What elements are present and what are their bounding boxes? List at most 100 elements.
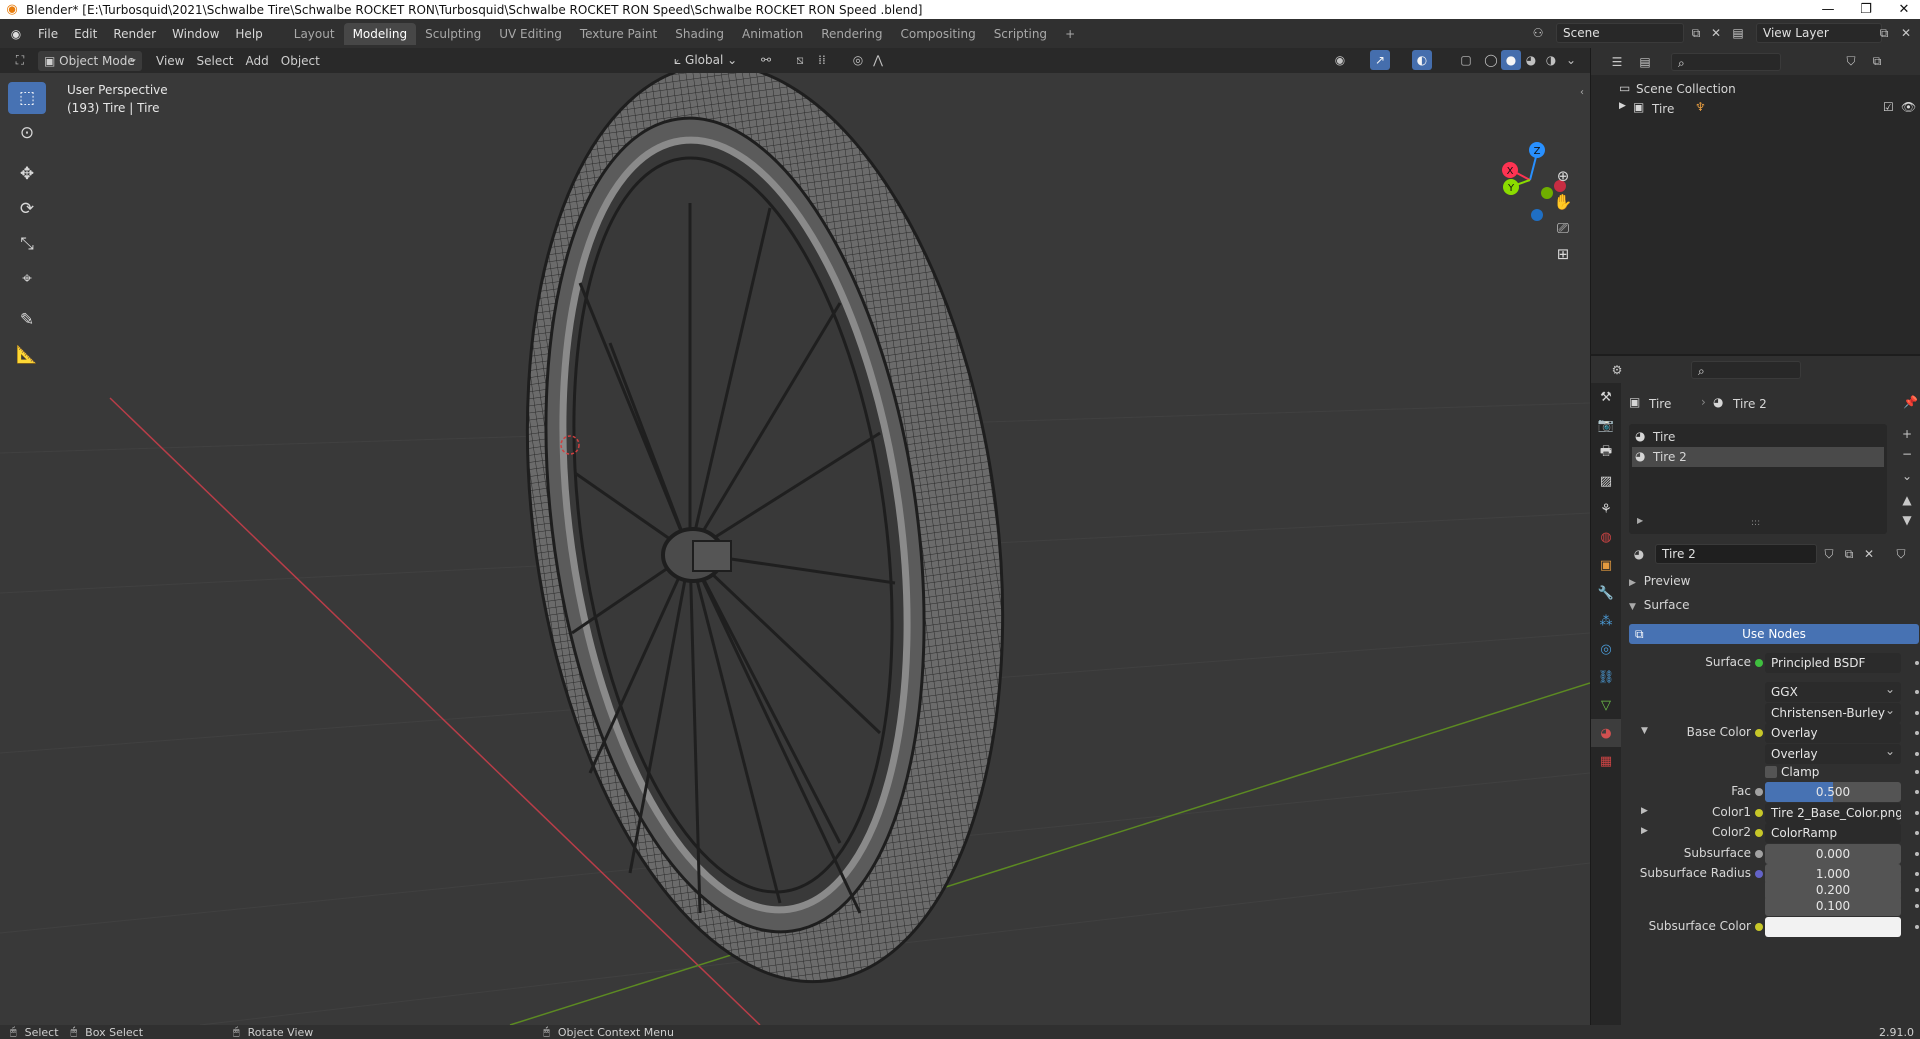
number-field[interactable]: 0.000 (1765, 844, 1901, 864)
keyframe-dot-icon[interactable] (1915, 852, 1919, 856)
dropdown-field[interactable]: Christensen-Burley (1765, 703, 1901, 723)
keyframe-dot-icon[interactable] (1915, 731, 1919, 735)
eye-icon[interactable]: 👁 (1901, 100, 1916, 114)
add-workspace-button[interactable]: + (1056, 23, 1084, 45)
socket-icon[interactable] (1755, 829, 1763, 837)
socket-icon[interactable] (1755, 659, 1763, 667)
keyframe-dot-icon[interactable] (1915, 811, 1919, 815)
linked-input-field[interactable]: Principled BSDF (1765, 653, 1901, 673)
physics-tab-icon[interactable]: ◎ (1591, 635, 1621, 663)
remove-slot-icon[interactable]: − (1897, 444, 1917, 464)
number-field[interactable]: 0.100 (1765, 896, 1901, 916)
particles-tab-icon[interactable]: ⁂ (1591, 607, 1621, 635)
output-tab-icon[interactable]: 🖶 (1591, 439, 1621, 467)
ortho-grid-icon[interactable]: ⊞ (1550, 241, 1576, 267)
duplicate-material-icon[interactable]: ⧉ (1839, 544, 1859, 564)
socket-icon[interactable] (1755, 809, 1763, 817)
properties-search-input[interactable]: ⌕ (1691, 360, 1801, 379)
transform-tool-icon[interactable]: ⌖ (8, 263, 46, 295)
fac-slider[interactable]: 0.500 (1765, 782, 1901, 802)
move-tool-icon[interactable]: ✥ (8, 158, 46, 190)
pivot-point-icon[interactable]: ⚯ (756, 50, 776, 70)
camera-view-icon[interactable]: ⎚ (1550, 215, 1576, 241)
select-box-tool-icon[interactable]: ⬚ (8, 82, 46, 114)
material-shading-icon[interactable]: ◕ (1521, 50, 1541, 70)
slot-specials-icon[interactable]: ⌄ (1897, 466, 1917, 486)
unlink-material-icon[interactable]: ✕ (1859, 544, 1879, 564)
expand-arrow-icon[interactable]: ▼ (1641, 726, 1648, 736)
linked-input-field[interactable]: Overlay (1765, 723, 1901, 743)
pin-icon[interactable]: 📌 (1903, 395, 1918, 409)
collapse-arrow-icon[interactable]: ▶ (1641, 806, 1648, 816)
scale-tool-icon[interactable]: ⤡ (8, 228, 46, 260)
tab-texture-paint[interactable]: Texture Paint (571, 23, 666, 45)
socket-icon[interactable] (1755, 729, 1763, 737)
cursor-tool-icon[interactable]: ⊙ (8, 117, 46, 149)
show-overlays-icon[interactable]: ◐ (1412, 50, 1432, 70)
tab-sculpting[interactable]: Sculpting (416, 23, 490, 45)
material-name-field[interactable]: Tire 2 (1655, 544, 1817, 564)
modifier-tab-icon[interactable]: 🔧 (1591, 579, 1621, 607)
3d-viewport[interactable]: Z X Y User Perspective (193) Tire | Tire… (0, 73, 1590, 1025)
menu-object[interactable]: Object (275, 51, 326, 71)
slot-item-tire-2[interactable]: ◕ Tire 2 (1632, 447, 1884, 467)
keyframe-dot-icon[interactable] (1915, 661, 1919, 665)
show-gizmo-icon[interactable]: ↗ (1370, 50, 1390, 70)
menu-render[interactable]: Render (105, 23, 164, 45)
tab-animation[interactable]: Animation (733, 23, 812, 45)
blender-menu-icon[interactable]: ◉ (6, 24, 26, 44)
menu-file[interactable]: File (30, 23, 66, 45)
scene-tab-icon[interactable]: ⚘ (1591, 495, 1621, 523)
menu-add[interactable]: Add (240, 51, 275, 71)
object-tab-icon[interactable]: ▣ (1591, 551, 1621, 579)
data-tab-icon[interactable]: ▽ (1591, 691, 1621, 719)
pan-hand-icon[interactable]: ✋ (1550, 189, 1576, 215)
outliner-row-scene-collection[interactable]: ▭ Scene Collection (1591, 79, 1920, 99)
fake-user-icon[interactable]: ⛉ (1819, 544, 1839, 564)
scene-browse-icon[interactable]: ⚇ (1528, 23, 1548, 43)
slot-item-tire[interactable]: ◕ Tire (1629, 427, 1887, 447)
new-view-layer-icon[interactable]: ⧉ (1874, 23, 1894, 43)
solid-shading-icon[interactable]: ● (1501, 50, 1521, 70)
material-tab-icon[interactable]: ◕ (1591, 719, 1621, 747)
material-slot-list[interactable]: ◕ Tire ◕ Tire 2 ▶ ::: (1629, 424, 1887, 534)
tab-compositing[interactable]: Compositing (891, 23, 984, 45)
annotate-tool-icon[interactable]: ✎ (8, 304, 46, 336)
linked-input-field[interactable]: ColorRamp (1765, 823, 1901, 843)
browse-material-icon[interactable]: ◕ (1629, 544, 1649, 564)
keyframe-dot-icon[interactable] (1915, 831, 1919, 835)
menu-window[interactable]: Window (164, 23, 227, 45)
new-scene-icon[interactable]: ⧉ (1686, 23, 1706, 43)
keyframe-dot-icon[interactable] (1915, 925, 1919, 929)
snap-icon[interactable]: ⧅ (790, 50, 810, 70)
socket-icon[interactable] (1755, 870, 1763, 878)
use-nodes-button[interactable]: ⧉ Use Nodes (1629, 624, 1919, 644)
socket-icon[interactable] (1755, 923, 1763, 931)
keyframe-dot-icon[interactable] (1915, 790, 1919, 794)
tab-shading[interactable]: Shading (666, 23, 733, 45)
view-layer-tab-icon[interactable]: ▨ (1591, 467, 1621, 495)
keyframe-dot-icon[interactable] (1915, 752, 1919, 756)
new-collection-icon[interactable]: ⧉ (1867, 52, 1887, 72)
tire-mesh[interactable] (472, 73, 1058, 1013)
tab-scripting[interactable]: Scripting (985, 23, 1056, 45)
keyframe-dot-icon[interactable] (1915, 872, 1919, 876)
menu-select[interactable]: Select (190, 51, 239, 71)
keyframe-dot-icon[interactable] (1915, 770, 1919, 774)
wireframe-shading-icon[interactable]: ◯ (1481, 50, 1501, 70)
keyframe-dot-icon[interactable] (1915, 690, 1919, 694)
properties-editor-icon[interactable]: ⚙ (1607, 360, 1627, 380)
zoom-icon[interactable]: ⊕ (1550, 163, 1576, 189)
panel-surface[interactable]: ▼ Surface (1629, 598, 1919, 618)
transform-orientation-dropdown[interactable]: ⟀ Global ⌄ (668, 50, 743, 70)
constraints-tab-icon[interactable]: ⛓ (1591, 663, 1621, 691)
tool-tab-icon[interactable]: ⚒ (1591, 383, 1621, 411)
menu-view[interactable]: View (150, 51, 190, 71)
keyframe-dot-icon[interactable] (1915, 711, 1919, 715)
socket-icon[interactable] (1755, 850, 1763, 858)
color-swatch[interactable] (1765, 917, 1901, 937)
xray-icon[interactable]: ▢ (1456, 50, 1476, 70)
tab-layout[interactable]: Layout (285, 23, 344, 45)
view-layer-field[interactable]: View Layer (1756, 23, 1882, 43)
outliner-search-input[interactable]: ⌕ (1671, 52, 1781, 71)
